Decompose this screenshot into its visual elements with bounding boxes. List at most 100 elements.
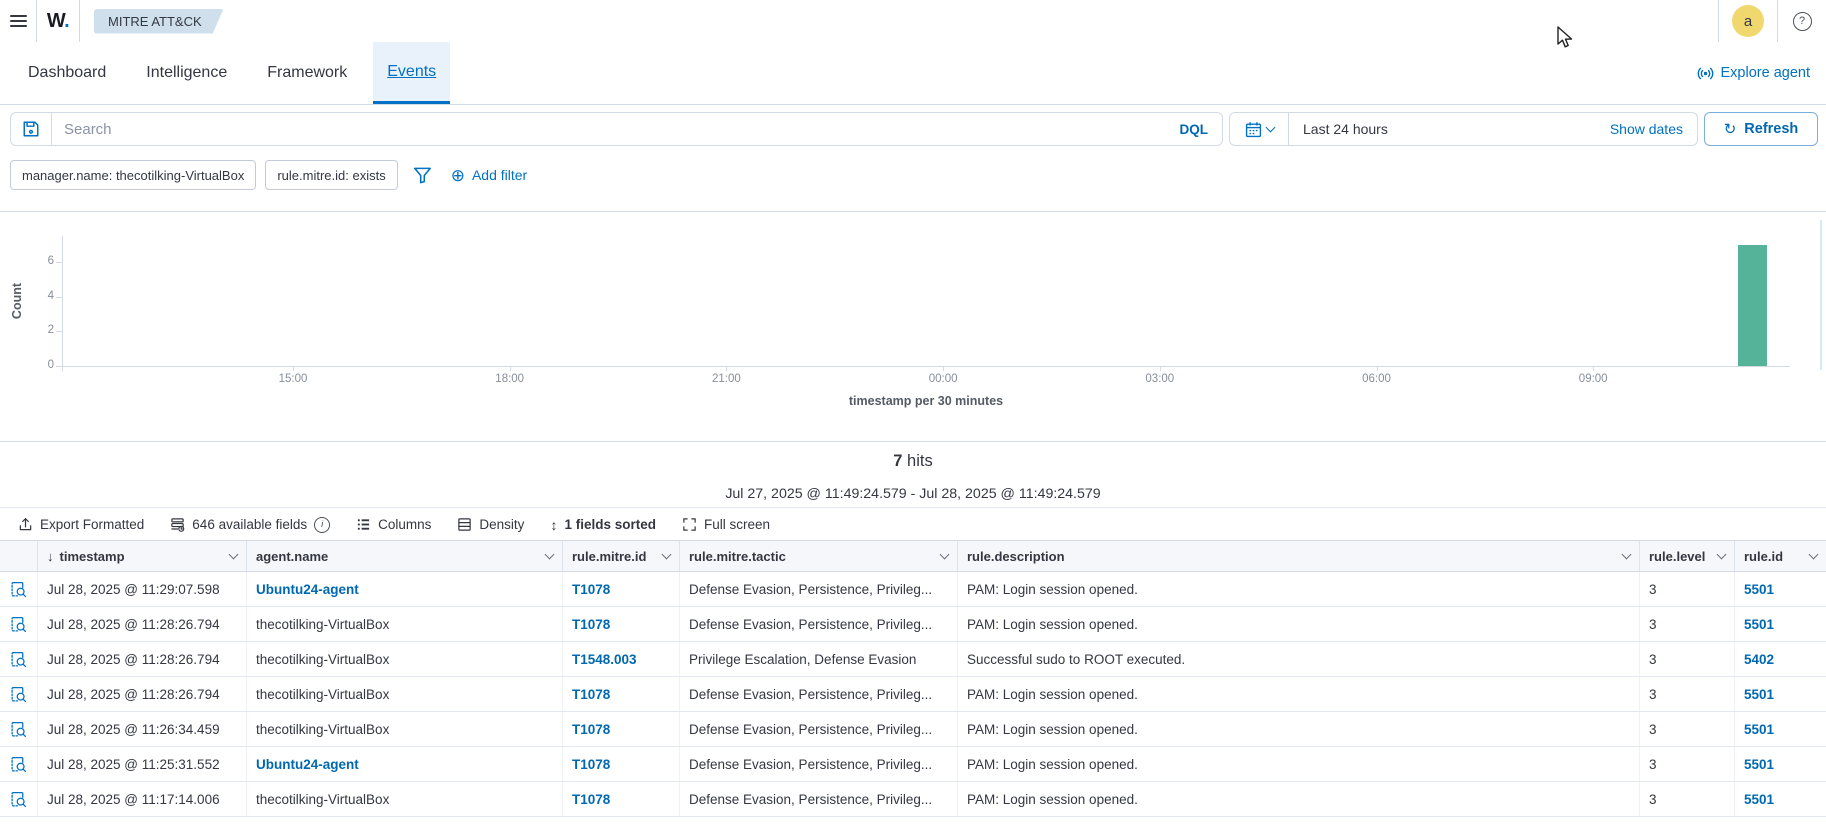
cell-rule-mitre-id[interactable]: T1078 bbox=[563, 677, 680, 711]
chevron-down-icon[interactable] bbox=[1622, 550, 1632, 560]
x-axis-title: timestamp per 30 minutes bbox=[62, 394, 1790, 408]
chevron-down-icon[interactable] bbox=[229, 550, 239, 560]
x-tick-label: 03:00 bbox=[1128, 373, 1192, 385]
filter-pill-mitre-id-exists[interactable]: rule.mitre.id: exists bbox=[265, 160, 397, 190]
header-rule-id[interactable]: rule.id bbox=[1735, 541, 1826, 571]
fullscreen-icon bbox=[682, 517, 697, 532]
expand-row-button[interactable] bbox=[0, 572, 38, 606]
tab-dashboard[interactable]: Dashboard bbox=[14, 42, 120, 104]
export-formatted-button[interactable]: Export Formatted bbox=[18, 517, 144, 532]
inspect-document-icon bbox=[10, 791, 27, 808]
header-rule-mitre-tactic[interactable]: rule.mitre.tactic bbox=[680, 541, 958, 571]
explore-agent-button[interactable]: Explore agent bbox=[1697, 42, 1810, 104]
columns-button[interactable]: Columns bbox=[356, 517, 431, 532]
query-language-button[interactable]: DQL bbox=[1166, 113, 1223, 145]
cell-rule-id[interactable]: 5501 bbox=[1735, 572, 1826, 606]
logo-dot: . bbox=[64, 10, 69, 32]
cell-agent-name[interactable]: Ubuntu24-agent bbox=[247, 572, 563, 606]
avatar[interactable]: a bbox=[1732, 5, 1764, 37]
export-icon bbox=[18, 517, 33, 532]
plus-circle-icon: ⊕ bbox=[451, 167, 465, 184]
cell-timestamp: Jul 28, 2025 @ 11:29:07.598 bbox=[38, 572, 247, 606]
columns-icon bbox=[356, 517, 371, 532]
wazuh-events-page: W. MITRE ATT&CK a ? Dashboard Intelligen… bbox=[0, 0, 1826, 830]
fullscreen-button[interactable]: Full screen bbox=[682, 517, 770, 532]
filter-options-button[interactable] bbox=[413, 166, 432, 185]
density-button[interactable]: Density bbox=[457, 517, 524, 532]
available-fields-button[interactable]: 646 available fields i bbox=[170, 517, 330, 533]
refresh-button[interactable]: ↻ Refresh bbox=[1704, 112, 1818, 146]
chevron-down-icon[interactable] bbox=[545, 550, 555, 560]
header-rule-mitre-id[interactable]: rule.mitre.id bbox=[563, 541, 680, 571]
chevron-down-icon[interactable] bbox=[662, 550, 672, 560]
cell-agent-name[interactable]: Ubuntu24-agent bbox=[247, 747, 563, 781]
tab-framework[interactable]: Framework bbox=[253, 42, 361, 104]
chevron-down-icon bbox=[1265, 123, 1275, 133]
search-input[interactable] bbox=[52, 113, 1166, 145]
cell-rule-id[interactable]: 5501 bbox=[1735, 677, 1826, 711]
cell-timestamp: Jul 28, 2025 @ 11:26:34.459 bbox=[38, 712, 247, 746]
cell-rule-mitre-id[interactable]: T1078 bbox=[563, 747, 680, 781]
expand-row-button[interactable] bbox=[0, 712, 38, 746]
histogram-bar[interactable] bbox=[1738, 245, 1767, 366]
cell-agent-name[interactable]: thecotilking-VirtualBox bbox=[247, 677, 563, 711]
header-rule-description[interactable]: rule.description bbox=[958, 541, 1640, 571]
expand-row-button[interactable] bbox=[0, 747, 38, 781]
add-filter-button[interactable]: ⊕ Add filter bbox=[451, 167, 528, 184]
header-timestamp[interactable]: ↓timestamp bbox=[38, 541, 247, 571]
cell-rule-mitre-id[interactable]: T1078 bbox=[563, 572, 680, 606]
fields-sorted-button[interactable]: ↕ 1 fields sorted bbox=[550, 517, 656, 533]
header-rule-level[interactable]: rule.level bbox=[1640, 541, 1735, 571]
expand-row-button[interactable] bbox=[0, 782, 38, 816]
breadcrumb-mitre-attack[interactable]: MITRE ATT&CK bbox=[94, 9, 224, 34]
funnel-icon bbox=[413, 166, 432, 185]
inspect-document-icon bbox=[10, 721, 27, 738]
tab-events[interactable]: Events bbox=[373, 42, 450, 104]
help-icon[interactable]: ? bbox=[1793, 12, 1812, 31]
chevron-down-icon[interactable] bbox=[940, 550, 950, 560]
cell-agent-name[interactable]: thecotilking-VirtualBox bbox=[247, 642, 563, 676]
table-row: Jul 28, 2025 @ 11:25:31.552 Ubuntu24-age… bbox=[0, 747, 1826, 782]
cell-rule-description: PAM: Login session opened. bbox=[958, 712, 1640, 746]
cell-rule-description: PAM: Login session opened. bbox=[958, 747, 1640, 781]
filter-pill-manager-name[interactable]: manager.name: thecotilking-VirtualBox bbox=[10, 160, 256, 190]
cell-rule-mitre-id[interactable]: T1078 bbox=[563, 607, 680, 641]
cell-rule-mitre-id[interactable]: T1078 bbox=[563, 712, 680, 746]
menu-button[interactable] bbox=[0, 0, 36, 42]
add-filter-label: Add filter bbox=[472, 167, 527, 183]
save-query-button[interactable] bbox=[11, 113, 52, 145]
save-icon bbox=[22, 120, 40, 138]
cell-rule-id[interactable]: 5402 bbox=[1735, 642, 1826, 676]
quick-select-button[interactable] bbox=[1230, 113, 1289, 145]
tab-intelligence[interactable]: Intelligence bbox=[132, 42, 241, 104]
cell-rule-id[interactable]: 5501 bbox=[1735, 607, 1826, 641]
filter-bar: manager.name: thecotilking-VirtualBox ru… bbox=[10, 160, 527, 190]
explore-agent-label: Explore agent bbox=[1721, 65, 1810, 81]
cell-rule-mitre-tactic: Defense Evasion, Persistence, Privileg..… bbox=[680, 677, 958, 711]
chevron-down-icon[interactable] bbox=[1717, 550, 1727, 560]
cell-rule-mitre-id[interactable]: T1548.003 bbox=[563, 642, 680, 676]
chevron-down-icon[interactable] bbox=[1809, 550, 1819, 560]
hits-label: hits bbox=[902, 452, 932, 470]
density-label: Density bbox=[479, 517, 524, 532]
cell-agent-name[interactable]: thecotilking-VirtualBox bbox=[247, 607, 563, 641]
cell-agent-name[interactable]: thecotilking-VirtualBox bbox=[247, 782, 563, 816]
cell-rule-description: PAM: Login session opened. bbox=[958, 607, 1640, 641]
expand-row-button[interactable] bbox=[0, 677, 38, 711]
broadcast-icon bbox=[1697, 65, 1714, 82]
cell-rule-id[interactable]: 5501 bbox=[1735, 712, 1826, 746]
info-icon[interactable]: i bbox=[314, 517, 330, 533]
header-agent-name[interactable]: agent.name bbox=[247, 541, 563, 571]
cell-rule-mitre-tactic: Defense Evasion, Persistence, Privileg..… bbox=[680, 572, 958, 606]
date-picker: Last 24 hours Show dates bbox=[1229, 112, 1698, 146]
show-dates-button[interactable]: Show dates bbox=[1610, 121, 1697, 137]
cell-rule-mitre-id[interactable]: T1078 bbox=[563, 782, 680, 816]
wazuh-logo[interactable]: W. bbox=[36, 0, 80, 42]
expand-row-button[interactable] bbox=[0, 607, 38, 641]
cell-agent-name[interactable]: thecotilking-VirtualBox bbox=[247, 712, 563, 746]
time-range-value[interactable]: Last 24 hours bbox=[1289, 121, 1610, 137]
expand-row-button[interactable] bbox=[0, 642, 38, 676]
inspect-document-icon bbox=[10, 686, 27, 703]
cell-rule-id[interactable]: 5501 bbox=[1735, 747, 1826, 781]
cell-rule-id[interactable]: 5501 bbox=[1735, 782, 1826, 816]
